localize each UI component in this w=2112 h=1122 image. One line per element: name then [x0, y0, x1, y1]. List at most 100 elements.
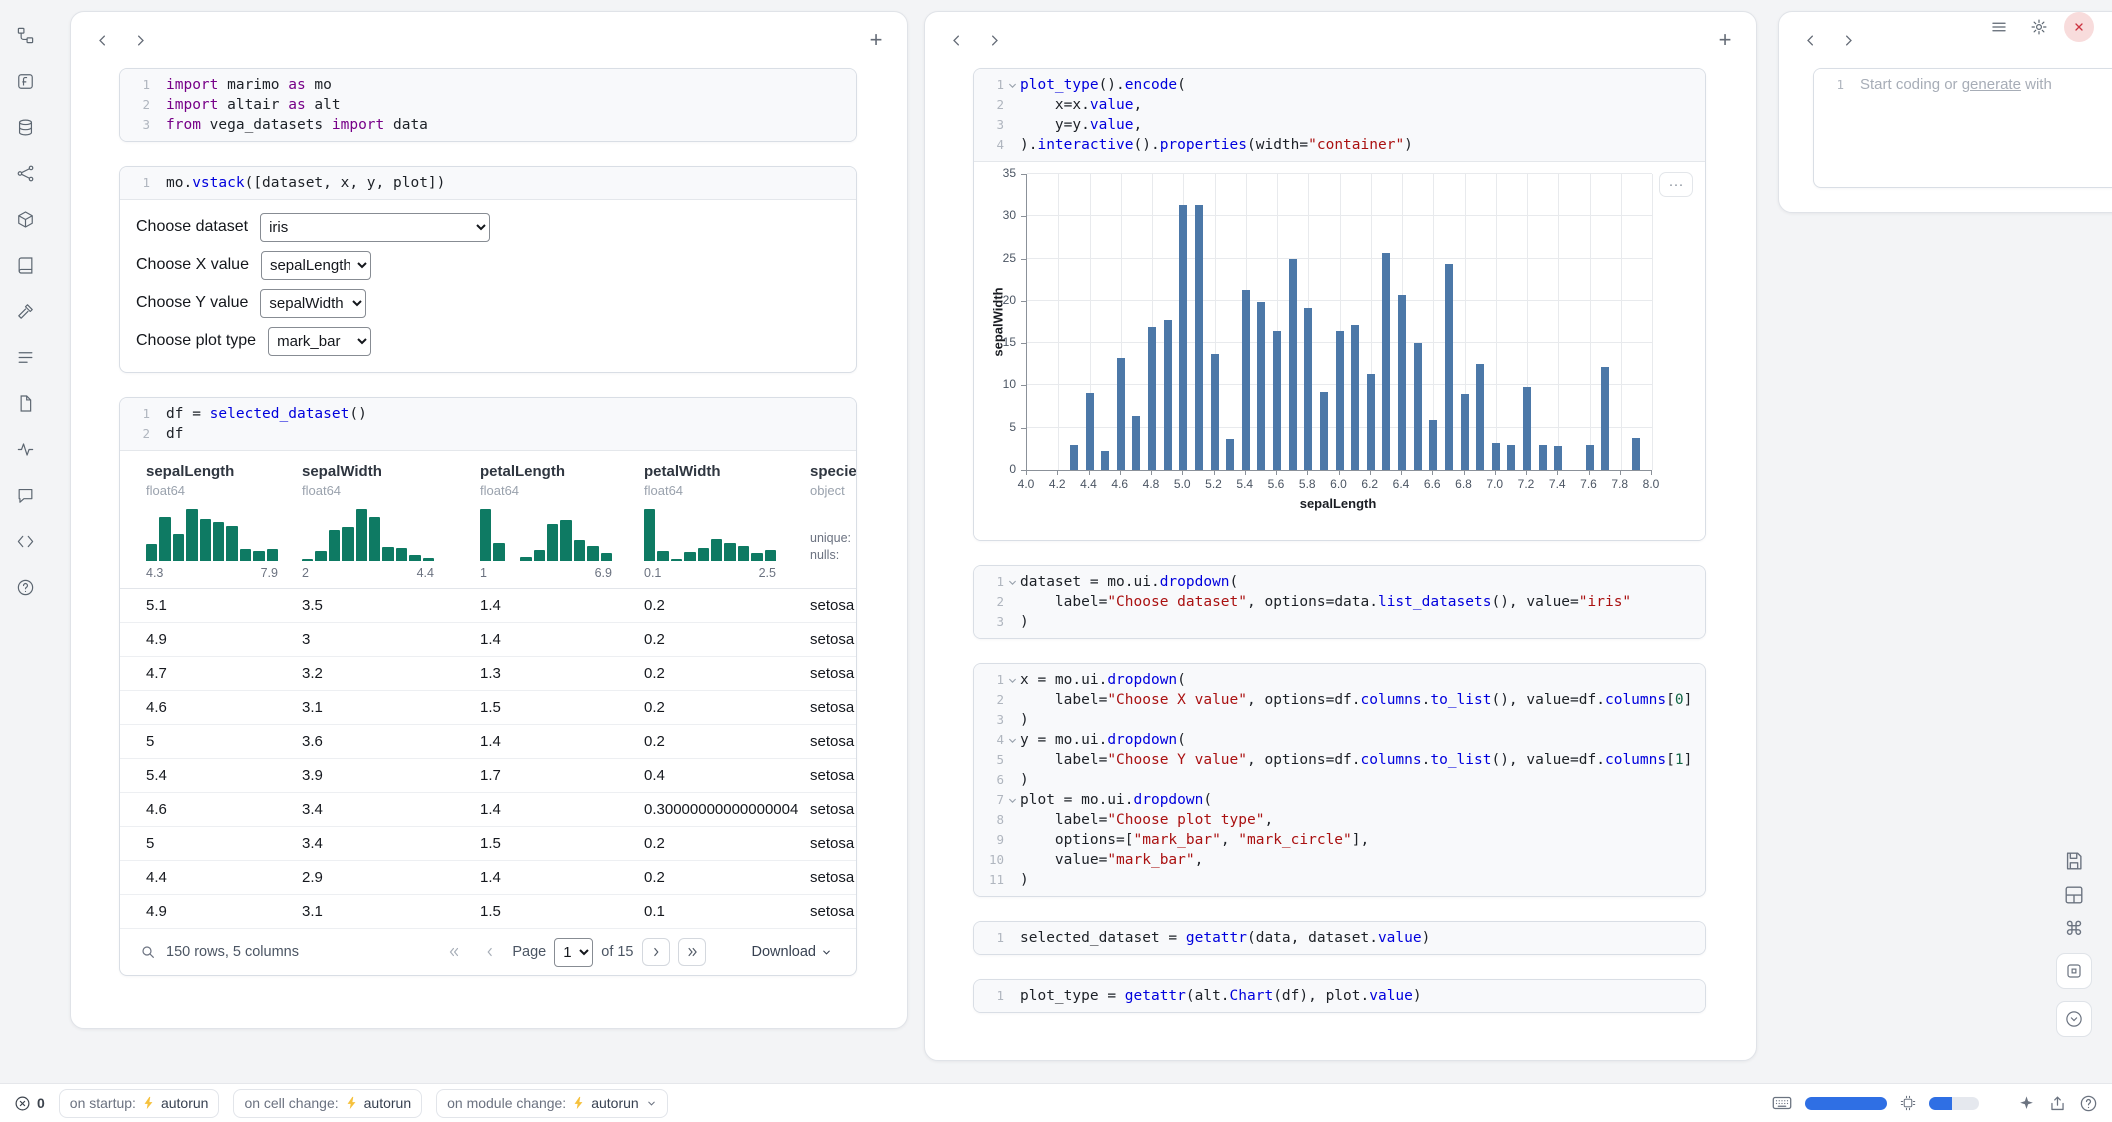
menu-icon[interactable]: [1984, 12, 2014, 42]
fold-icon[interactable]: [1004, 75, 1020, 95]
fold-icon[interactable]: [1004, 730, 1020, 750]
table-cell: 3.6: [302, 733, 480, 750]
cell-editor[interactable]: 1dataset = mo.ui.dropdown(2 label="Choos…: [974, 566, 1705, 638]
column-toolbar: +: [71, 12, 907, 68]
table-cell: 0.2: [644, 699, 810, 716]
command-icon[interactable]: ⌘: [2065, 918, 2084, 941]
on-startup-chip[interactable]: on startup: autorun: [59, 1089, 220, 1118]
cell-editor[interactable]: 1df = selected_dataset()2df: [120, 398, 856, 451]
chevron-left-icon[interactable]: [87, 25, 117, 55]
ai-sparkle-icon[interactable]: [2017, 1094, 2036, 1113]
column-header[interactable]: petalLengthfloat6416.9: [480, 463, 644, 588]
search-icon[interactable]: [140, 944, 156, 960]
table-cell: 3.1: [302, 699, 480, 716]
save-icon[interactable]: [2063, 850, 2085, 872]
fold-icon[interactable]: [1004, 572, 1020, 592]
cell-editor[interactable]: 1mo.vstack([dataset, x, y, plot]): [120, 167, 856, 200]
prev-page-button[interactable]: [476, 938, 504, 966]
x-value-select[interactable]: sepalLength: [261, 251, 371, 280]
chart-bar: [1492, 443, 1500, 470]
column-header[interactable]: petalWidthfloat640.12.5: [644, 463, 810, 588]
scratchpad-button[interactable]: [2056, 953, 2092, 989]
code-cell-xy-dropdowns: 1x = mo.ui.dropdown(2 label="Choose X va…: [973, 663, 1706, 897]
table-cell: 4.4: [146, 869, 302, 886]
chevron-right-icon[interactable]: [125, 25, 155, 55]
packages-icon[interactable]: [10, 204, 40, 234]
scratchpad-icon[interactable]: [10, 526, 40, 556]
download-button[interactable]: Download: [752, 944, 841, 960]
snippets-icon[interactable]: [10, 388, 40, 418]
hist-bar: [302, 559, 313, 561]
table-cell: 4.6: [146, 699, 302, 716]
fold-icon[interactable]: [1004, 790, 1020, 810]
hist-bar: [240, 549, 251, 561]
file-tree-icon[interactable]: [10, 20, 40, 50]
gear-icon[interactable]: [2024, 12, 2054, 42]
y-value-select[interactable]: sepalWidth: [260, 289, 366, 318]
chat-icon[interactable]: [10, 480, 40, 510]
add-cell-button[interactable]: +: [1710, 25, 1740, 55]
page-select[interactable]: 1: [554, 938, 593, 967]
chart-bar: [1539, 445, 1547, 470]
help-icon[interactable]: [2079, 1094, 2098, 1113]
outline-icon[interactable]: [10, 342, 40, 372]
close-icon[interactable]: [2064, 12, 2094, 42]
first-page-button[interactable]: [440, 938, 468, 966]
column-header[interactable]: sepalWidthfloat6424.4: [302, 463, 480, 588]
dataset-select[interactable]: iris: [260, 213, 490, 242]
column-header[interactable]: speciesobjectunique:nulls:: [810, 463, 856, 588]
chart-bar: [1179, 205, 1187, 470]
datasets-icon[interactable]: [10, 112, 40, 142]
chevron-left-icon[interactable]: [1795, 25, 1825, 55]
layout-icon[interactable]: [2063, 884, 2085, 906]
hist-bar: [342, 527, 353, 561]
plot-type-select[interactable]: mark_bar: [268, 327, 371, 356]
fold-icon[interactable]: [1004, 670, 1020, 690]
cell-editor[interactable]: 1plot_type().encode(2 x=x.value,3 y=y.va…: [974, 69, 1705, 162]
share-icon[interactable]: [2048, 1094, 2067, 1113]
code-line: 1df = selected_dataset(): [120, 404, 856, 424]
marimo-file-icon[interactable]: [10, 66, 40, 96]
last-page-button[interactable]: [678, 938, 706, 966]
cell-editor[interactable]: 1x = mo.ui.dropdown(2 label="Choose X va…: [974, 664, 1705, 896]
hist-bar: [507, 559, 518, 561]
tracing-icon[interactable]: [10, 434, 40, 464]
error-indicator[interactable]: 0: [14, 1095, 45, 1112]
generate-link[interactable]: generate: [1962, 76, 2021, 93]
dependency-graph-icon[interactable]: [10, 158, 40, 188]
documentation-icon[interactable]: [10, 250, 40, 280]
on-module-change-chip[interactable]: on module change: autorun: [436, 1089, 668, 1118]
column-header[interactable]: sepalLengthfloat644.37.9: [146, 463, 302, 588]
chart-actions-button[interactable]: ···: [1659, 172, 1693, 197]
line-number: 1: [120, 75, 150, 95]
cell-editor[interactable]: 1import marimo as mo2import altair as al…: [120, 69, 856, 141]
keyboard-icon[interactable]: [1771, 1092, 1793, 1114]
chevron-right-icon[interactable]: [979, 25, 1009, 55]
line-number: 1: [120, 404, 150, 424]
activity-rail: [0, 20, 50, 602]
chart-bar: [1445, 264, 1453, 470]
chart-bar: [1257, 302, 1265, 470]
on-cell-change-chip[interactable]: on cell change: autorun: [233, 1089, 422, 1118]
chart-output: ··· sepalWidth sepalLength 0510152025303…: [974, 162, 1705, 540]
help-icon[interactable]: [10, 572, 40, 602]
tools-icon[interactable]: [10, 296, 40, 326]
add-cell-button[interactable]: +: [861, 25, 891, 55]
bar-chart[interactable]: sepalWidth sepalLength 051015202530354.0…: [974, 162, 1705, 540]
empty-code-cell[interactable]: 1 Start coding or generate with: [1813, 68, 2112, 188]
cell-editor[interactable]: 1 Start coding or generate with: [1814, 69, 2112, 101]
next-page-button[interactable]: [642, 938, 670, 966]
edge-toolbar: ⌘: [2056, 850, 2092, 1037]
chevron-left-icon[interactable]: [941, 25, 971, 55]
chevron-right-icon[interactable]: [1833, 25, 1863, 55]
column-histogram: [480, 507, 612, 561]
table-cell: 1.4: [480, 631, 644, 648]
cell-editor[interactable]: 1selected_dataset = getattr(data, datase…: [974, 922, 1705, 954]
scroll-to-bottom-button[interactable]: [2056, 1001, 2092, 1037]
cell-editor[interactable]: 1plot_type = getattr(alt.Chart(df), plot…: [974, 980, 1705, 1012]
lightning-icon: [573, 1096, 584, 1110]
code-line: 11): [974, 870, 1705, 890]
table-cell: 3.9: [302, 767, 480, 784]
hist-bar: [671, 559, 682, 561]
table-row: 4.931.40.2setosa: [120, 623, 856, 657]
